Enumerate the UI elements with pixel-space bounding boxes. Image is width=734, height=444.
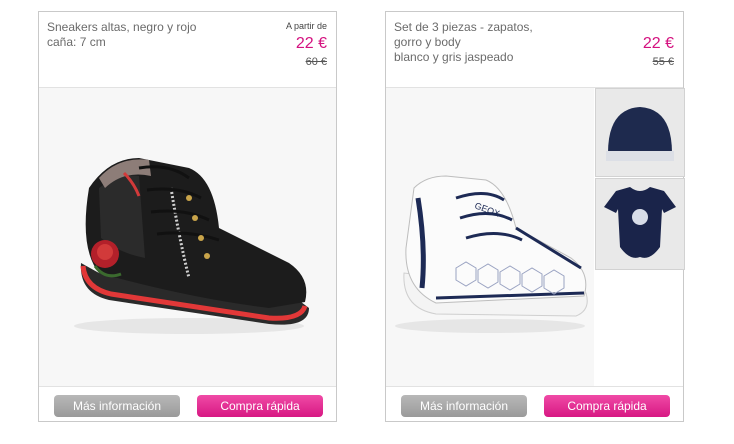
from-label: A partir de [285,21,327,31]
title-line: Set de 3 piezas - zapatos, [394,20,533,34]
quick-buy-button[interactable]: Compra rápida [197,395,323,417]
old-price: 60 € [305,56,327,68]
title-line: Sneakers altas, negro y rojo [47,20,197,34]
title-line: gorro y body [394,35,461,49]
old-price: 55 € [652,56,674,68]
card-header: Set de 3 piezas - zapatos, gorro y body … [386,12,683,88]
product-image[interactable] [39,88,336,386]
more-info-button[interactable]: Más información [54,395,180,417]
card-footer: Más información Compra rápida [386,386,683,423]
title-line: caña: 7 cm [47,35,106,49]
card-header: Sneakers altas, negro y rojo caña: 7 cm … [39,12,336,88]
title-line: blanco y gris jaspeado [394,50,514,64]
quick-buy-button[interactable]: Compra rápida [544,395,670,417]
product-title[interactable]: Sneakers altas, negro y rojo caña: 7 cm [47,20,237,50]
price: 22 € [295,35,327,52]
product-card: Set de 3 piezas - zapatos, gorro y body … [385,11,685,423]
price: 22 € [642,35,674,52]
more-info-button[interactable]: Más información [401,395,527,417]
product-card: Sneakers altas, negro y rojo caña: 7 cm … [38,11,337,422]
hat-thumbnail[interactable] [595,88,685,177]
card-footer: Más información Compra rápida [39,386,336,423]
product-image[interactable]: GEOX [386,88,594,386]
product-title[interactable]: Set de 3 piezas - zapatos, gorro y body … [394,20,584,65]
bodysuit-thumbnail[interactable] [595,178,685,270]
